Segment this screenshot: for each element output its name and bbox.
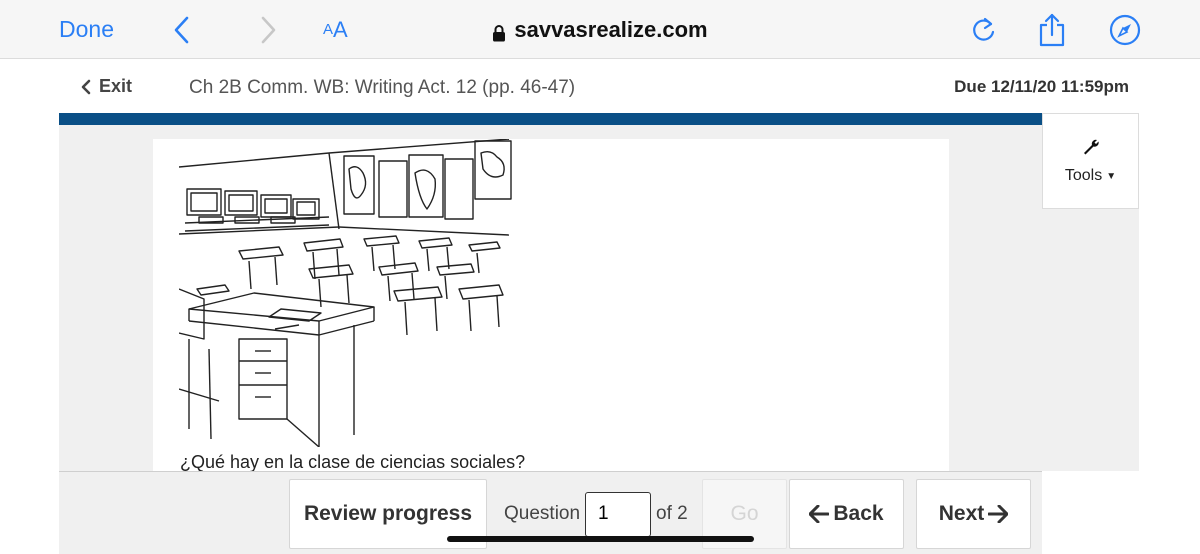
wrench-icon (1082, 138, 1100, 161)
tools-label: Tools ▼ (1065, 167, 1116, 185)
tools-label-text: Tools (1064, 167, 1103, 184)
caret-down-icon: ▼ (1106, 170, 1117, 182)
back-arrow-icon[interactable] (172, 0, 192, 59)
tools-menu-button[interactable]: Tools ▼ (1042, 113, 1139, 209)
done-button[interactable]: Done (59, 0, 114, 59)
question-label: Question (504, 503, 581, 524)
next-label: Next (938, 502, 985, 525)
header-accent-band (59, 113, 1042, 125)
next-button[interactable]: Next (916, 479, 1031, 549)
question-number-input[interactable] (585, 491, 652, 537)
exit-label: Exit (99, 76, 133, 96)
text-size-large-glyph: A (333, 16, 348, 42)
back-label: Back (833, 502, 884, 525)
content-viewer[interactable]: ¿Qué hay en la clase de ciencias sociale… (59, 125, 1042, 471)
workbook-page: ¿Qué hay en la clase de ciencias sociale… (153, 138, 949, 471)
forward-arrow-icon[interactable] (258, 0, 278, 59)
assignment-title: Ch 2B Comm. WB: Writing Act. 12 (pp. 46-… (189, 77, 576, 98)
due-date: Due 12/11/20 11:59pm (954, 77, 1129, 96)
share-icon[interactable] (1038, 0, 1066, 59)
arrow-right-icon (988, 505, 1009, 523)
question-total-label: of 2 (656, 503, 688, 524)
reload-icon[interactable] (970, 0, 998, 59)
back-button[interactable]: Back (789, 479, 904, 549)
lock-icon (492, 22, 506, 41)
url-text: savvasrealize.com (514, 16, 708, 42)
assignment-header: Exit Ch 2B Comm. WB: Writing Act. 12 (pp… (59, 60, 1141, 113)
text-size-small-glyph: A (323, 21, 334, 38)
arrow-left-icon (809, 505, 830, 523)
home-indicator[interactable] (447, 536, 754, 542)
compass-icon[interactable] (1109, 0, 1141, 59)
classroom-illustration (178, 138, 514, 448)
text-size-button[interactable]: AA (323, 0, 348, 59)
tools-sidebar (1042, 209, 1139, 471)
question-prompt: ¿Qué hay en la clase de ciencias sociale… (180, 452, 526, 471)
browser-toolbar: Done AA savvasrealize.com (0, 0, 1200, 59)
exit-button[interactable]: Exit (81, 76, 132, 97)
